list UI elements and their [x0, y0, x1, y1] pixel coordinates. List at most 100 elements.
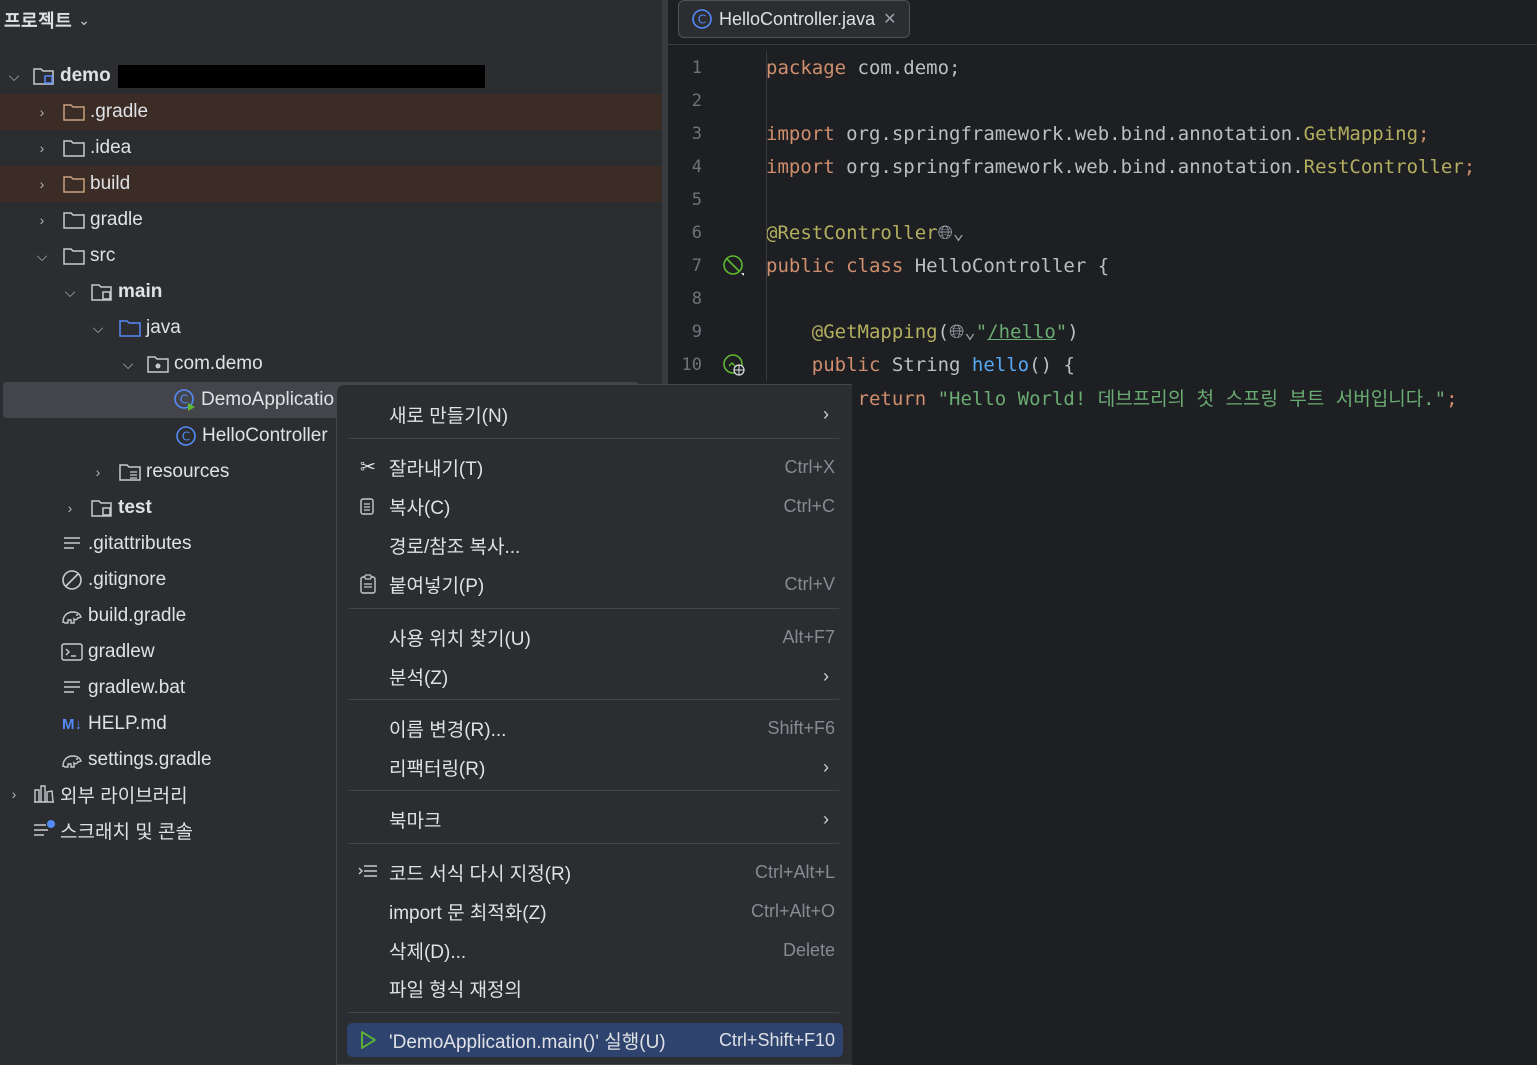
- code-line-6: 6 @RestController🌐︎⌄: [668, 216, 1537, 249]
- menu-item-optimize-imports[interactable]: import 문 최적화(Z) Ctrl+Alt+O: [347, 894, 843, 928]
- chevron-right-icon[interactable]: ›: [88, 464, 108, 480]
- line-number: 6: [691, 222, 702, 243]
- indent-guide: [766, 51, 767, 381]
- code-token: @GetMapping: [811, 320, 938, 343]
- line-number: 2: [691, 90, 702, 111]
- line-number: 5: [691, 189, 702, 210]
- menu-item-new[interactable]: 새로 만들기(N) ›: [347, 397, 843, 431]
- project-panel-header[interactable]: 프로젝트 ⌄: [0, 0, 662, 40]
- code-token: org.springframework.web.bind.annotation.: [834, 122, 1304, 145]
- spring-boot-class-icon: C: [173, 389, 197, 411]
- tree-item-dot-idea[interactable]: › .idea: [0, 130, 662, 166]
- tree-item-com-demo[interactable]: ⌵ com.demo: [0, 346, 662, 382]
- menu-item-delete[interactable]: 삭제(D)... Delete: [347, 933, 843, 967]
- line-number: 9: [691, 321, 702, 342]
- svg-text:C: C: [698, 13, 706, 27]
- menu-item-shortcut: Alt+F7: [782, 626, 835, 647]
- chevron-down-icon[interactable]: ⌵: [60, 284, 80, 301]
- code-token: GetMapping: [1303, 122, 1419, 145]
- menu-separator: [349, 438, 839, 439]
- chevron-right-icon[interactable]: ›: [32, 140, 52, 156]
- tree-item-java[interactable]: ⌵ java: [0, 310, 662, 346]
- chevron-down-icon[interactable]: ⌵: [32, 248, 52, 265]
- line-number: 10: [681, 354, 702, 375]
- request-mapping-gutter-icon[interactable]: [702, 353, 766, 377]
- tree-item-src[interactable]: ⌵ src: [0, 238, 662, 274]
- chevron-down-icon[interactable]: ⌵: [4, 68, 24, 85]
- url-link[interactable]: /hello: [987, 321, 1056, 343]
- context-menu: 새로 만들기(N) › ✂︎ 잘라내기(T) Ctrl+X 복사(C) Ctrl+C 경…: [336, 384, 852, 1065]
- menu-separator: [349, 608, 839, 609]
- menu-item-refactor[interactable]: 리팩터링(R) ›: [347, 750, 843, 784]
- code-line-4: 4 import org.springframework.web.bind.ann…: [668, 150, 1537, 183]
- markdown-icon: M↓: [62, 715, 82, 733]
- menu-item-shortcut: Ctrl+Alt+L: [754, 861, 835, 882]
- chevron-right-icon: ›: [823, 808, 829, 829]
- tree-item-gradle[interactable]: › gradle: [0, 202, 662, 238]
- chevron-down-icon[interactable]: ⌵: [118, 356, 138, 373]
- close-icon[interactable]: ✕: [883, 9, 896, 29]
- folder-icon: [62, 209, 86, 231]
- tree-item-label: .gitattributes: [88, 533, 192, 554]
- tree-item-dot-gradle[interactable]: › .gradle: [0, 94, 662, 130]
- tree-item-label: gradlew: [88, 641, 155, 662]
- tree-item-label: build: [90, 173, 131, 194]
- tree-item-label: HELP.md: [88, 713, 167, 734]
- menu-item-label: 파일 형식 재정의: [389, 979, 522, 1001]
- tree-item-build[interactable]: › build: [0, 166, 662, 202]
- menu-item-label: 삭제(D)...: [389, 941, 467, 963]
- source-root-folder-icon: [90, 281, 114, 303]
- text-file-icon: [60, 677, 84, 699]
- menu-item-bookmarks[interactable]: 북마크 ›: [347, 802, 843, 836]
- menu-item-copy[interactable]: 복사(C) Ctrl+C: [347, 489, 843, 523]
- code-line-7: 7 public class HelloController {: [668, 249, 1537, 282]
- menu-item-label: 붙여넣기(P): [389, 575, 485, 597]
- menu-item-paste[interactable]: 붙여넣기(P) Ctrl+V: [347, 567, 843, 601]
- chevron-down-icon[interactable]: ⌄: [78, 12, 90, 29]
- menu-item-label: 북마크: [389, 810, 442, 832]
- chevron-right-icon[interactable]: ›: [60, 500, 80, 516]
- code-token: org.springframework.web.bind.annotation.: [834, 155, 1304, 178]
- menu-item-cut[interactable]: ✂︎ 잘라내기(T) Ctrl+X: [347, 450, 843, 484]
- menu-item-reformat-code[interactable]: 코드 서식 다시 지정(R) Ctrl+Alt+L: [347, 855, 843, 889]
- spring-bean-gutter-icon[interactable]: [702, 254, 766, 278]
- package-icon: [146, 353, 170, 375]
- editor-tab-bar: C HelloController.java ✕: [668, 0, 1537, 45]
- editor-tab-hello-controller[interactable]: C HelloController.java ✕: [678, 0, 910, 38]
- chevron-right-icon[interactable]: ›: [32, 176, 52, 192]
- globe-icon[interactable]: 🌐︎⌄: [949, 321, 976, 343]
- copy-icon: [347, 496, 389, 516]
- menu-item-label: 복사(C): [389, 497, 451, 519]
- code-token: package: [766, 56, 847, 79]
- code-line-9: 9 @GetMapping(🌐︎⌄"/hello"): [668, 315, 1537, 348]
- tree-item-label: demo: [60, 65, 111, 86]
- menu-item-override-file-type[interactable]: 파일 형식 재정의: [347, 971, 843, 1005]
- line-number: 7: [691, 255, 702, 276]
- menu-item-run-main[interactable]: 'DemoApplication.main()' 실행(U) Ctrl+Shift…: [347, 1023, 843, 1057]
- chevron-down-icon[interactable]: ⌵: [88, 320, 108, 337]
- code-token: HelloController {: [903, 254, 1110, 277]
- menu-item-find-usages[interactable]: 사용 위치 찾기(U) Alt+F7: [347, 620, 843, 654]
- redacted-path: [118, 65, 485, 88]
- menu-item-copy-path[interactable]: 경로/참조 복사...: [347, 528, 843, 562]
- chevron-right-icon[interactable]: ›: [4, 786, 24, 802]
- tree-item-label: gradlew.bat: [88, 677, 186, 698]
- tree-item-main[interactable]: ⌵ main: [0, 274, 662, 310]
- menu-item-shortcut: Delete: [782, 939, 835, 960]
- ignore-file-icon: [60, 569, 84, 591]
- menu-item-rename[interactable]: 이름 변경(R)... Shift+F6: [347, 711, 843, 745]
- folder-icon: [62, 245, 86, 267]
- chevron-right-icon[interactable]: ›: [32, 212, 52, 228]
- line-number: 3: [691, 123, 702, 144]
- code-line-3: 3 import org.springframework.web.bind.ann…: [668, 117, 1537, 150]
- gradle-elephant-icon: [60, 749, 84, 771]
- chevron-right-icon[interactable]: ›: [32, 104, 52, 120]
- menu-item-analyze[interactable]: 분석(Z) ›: [347, 659, 843, 693]
- project-panel-title: 프로젝트: [4, 11, 73, 31]
- globe-icon[interactable]: 🌐︎⌄: [938, 222, 965, 244]
- text-file-icon: [60, 533, 84, 555]
- source-folder-icon: [118, 317, 142, 339]
- tree-item-label: HelloController: [202, 425, 328, 446]
- menu-item-shortcut: Ctrl+X: [784, 456, 835, 477]
- code-token: import: [766, 122, 835, 145]
